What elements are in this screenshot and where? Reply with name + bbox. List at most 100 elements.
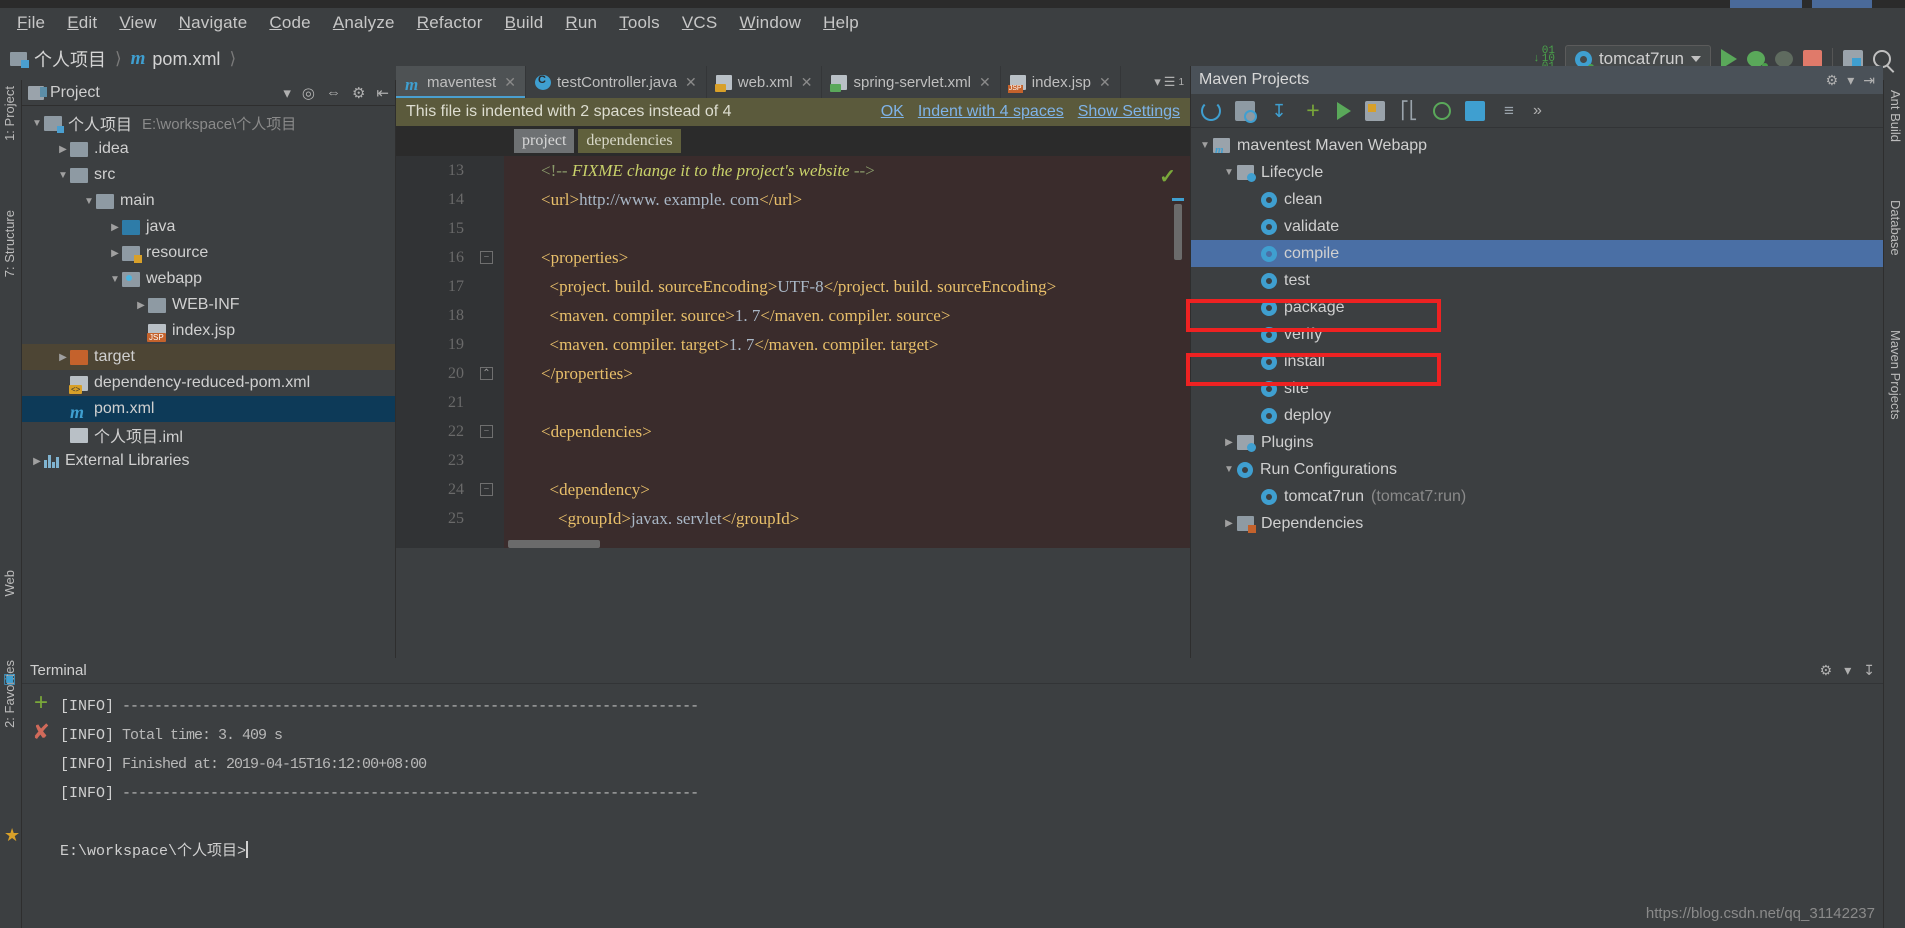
fold-collapse-icon[interactable]: −	[480, 251, 493, 264]
editor-tabs[interactable]: mmaventest✕testController.java✕web.xml✕s…	[396, 66, 1190, 98]
rail-tab-maven-projects[interactable]: Maven Projects	[1888, 330, 1903, 420]
project-tree[interactable]: ▼ 个人项目 E:\workspace\个人项目 ▶ .idea ▼ src ▼ main ▶ ja…	[22, 106, 395, 474]
code-line[interactable]: 19 <maven. compiler. target>1. 7</maven.…	[396, 330, 1190, 359]
maven-item-maventestmavenwebapp[interactable]: ▼ maventest Maven Webapp	[1191, 132, 1883, 159]
toggle-offline-icon[interactable]	[1433, 101, 1451, 120]
maven-item-test[interactable]: test	[1191, 267, 1883, 294]
collapse-all-icon[interactable]: ≡	[1499, 101, 1519, 121]
hide-icon[interactable]: ↧	[1863, 662, 1875, 679]
maven-item-lifecycle[interactable]: ▼ Lifecycle	[1191, 159, 1883, 186]
tree-item-webinf[interactable]: ▶ WEB-INF	[22, 292, 395, 318]
tree-item-externallibraries[interactable]: ▶ External Libraries	[22, 448, 395, 474]
notification-settings-link[interactable]: Show Settings	[1078, 103, 1180, 121]
code-line[interactable]: 20 ⌃ </properties>	[396, 359, 1190, 388]
tree-item-src[interactable]: ▼ src	[22, 162, 395, 188]
editor-tab-testcontrollerjava[interactable]: testController.java ✕	[526, 66, 707, 98]
breadcrumb-item-pom[interactable]: m pom.xml ⟩	[131, 48, 245, 70]
menu-item-refactor[interactable]: Refactor	[406, 11, 494, 35]
breadcrumb-item-project[interactable]: 个人项目 ⟩	[10, 46, 131, 72]
code-line[interactable]: 13 <!-- FIXME change it to the project's…	[396, 156, 1190, 185]
maven-item-validate[interactable]: validate	[1191, 213, 1883, 240]
rail-tab-project[interactable]: 1: Project	[2, 86, 17, 141]
more-options-icon[interactable]: »	[1533, 101, 1553, 121]
maven-item-verify[interactable]: verify	[1191, 321, 1883, 348]
menu-item-help[interactable]: Help	[812, 11, 870, 35]
chevron-down-icon[interactable]: ▾	[1154, 74, 1161, 90]
menu-item-view[interactable]: View	[108, 11, 167, 35]
tree-item-java[interactable]: ▶ java	[22, 214, 395, 240]
close-session-icon[interactable]: ✘	[32, 722, 50, 743]
tree-item-pomxml[interactable]: m pom.xml	[22, 396, 395, 422]
tab-list-icon[interactable]: ☰	[1164, 74, 1176, 90]
maven-item-runconfigurations[interactable]: ▼ Run Configurations	[1191, 456, 1883, 483]
menu-item-vcs[interactable]: VCS	[671, 11, 729, 35]
maven-item-dependencies[interactable]: ▶ Dependencies	[1191, 510, 1883, 537]
chevron-down-icon[interactable]: ▾	[1847, 72, 1854, 89]
menu-item-analyze[interactable]: Analyze	[322, 11, 406, 35]
code-line[interactable]: 17 <project. build. sourceEncoding>UTF-8…	[396, 272, 1190, 301]
maven-item-package[interactable]: package	[1191, 294, 1883, 321]
locate-icon[interactable]: ◎	[302, 84, 315, 102]
gear-icon[interactable]: ⚙	[1826, 72, 1839, 89]
gear-icon[interactable]: ⚙	[352, 84, 365, 102]
rail-tab-web[interactable]: Web	[2, 570, 17, 597]
notification-indent-link[interactable]: Indent with 4 spaces	[918, 103, 1064, 121]
terminal-output[interactable]: [INFO] ---------------------------------…	[60, 684, 1883, 928]
code-line[interactable]: 21	[396, 388, 1190, 417]
chevron-down-icon[interactable]: ▾	[1844, 662, 1851, 679]
menu-item-window[interactable]: Window	[728, 11, 812, 35]
code-line[interactable]: 15	[396, 214, 1190, 243]
menu-item-code[interactable]: Code	[258, 11, 321, 35]
code-line[interactable]: 24 − <dependency>	[396, 475, 1190, 504]
rail-tab-ant-build[interactable]: Ant Build	[1888, 90, 1903, 142]
maven-item-plugins[interactable]: ▶ Plugins	[1191, 429, 1883, 456]
new-session-icon[interactable]: +	[34, 691, 48, 715]
breadcrumb-chip-project[interactable]: project	[514, 129, 575, 153]
menu-item-tools[interactable]: Tools	[608, 11, 671, 35]
editor-tab-webxml[interactable]: web.xml ✕	[707, 66, 823, 98]
code-line[interactable]: 16 − <properties>	[396, 243, 1190, 272]
fold-expand-icon[interactable]: ⌃	[480, 367, 493, 380]
maven-item-deploy[interactable]: deploy	[1191, 402, 1883, 429]
close-icon[interactable]: ✕	[1099, 74, 1111, 91]
code-line[interactable]: 25 <groupId>javax. servlet</groupId>	[396, 504, 1190, 533]
code-line[interactable]: 22 − <dependencies>	[396, 417, 1190, 446]
code-line[interactable]: 14 <url>http://www. example. com</url>	[396, 185, 1190, 214]
gear-icon[interactable]: ⚙	[1820, 662, 1833, 679]
maven-item-clean[interactable]: clean	[1191, 186, 1883, 213]
maven-item-tomcat7run[interactable]: tomcat7run (tomcat7:run)	[1191, 483, 1883, 510]
editor-tab-springservletxml[interactable]: spring-servlet.xml ✕	[822, 66, 1001, 98]
download-sources-icon[interactable]: ↧	[1269, 101, 1289, 121]
generate-sources-icon[interactable]	[1235, 100, 1257, 123]
maven-item-site[interactable]: site	[1191, 375, 1883, 402]
maven-item-compile[interactable]: compile	[1191, 240, 1883, 267]
code-line[interactable]: 18 <maven. compiler. source>1. 7</maven.…	[396, 301, 1190, 330]
tree-item-webapp[interactable]: ▼ webapp	[22, 266, 395, 292]
tree-item-target[interactable]: ▶ target	[22, 344, 395, 370]
menu-item-run[interactable]: Run	[554, 11, 608, 35]
breadcrumb-chip-dependencies[interactable]: dependencies	[578, 129, 681, 153]
close-icon[interactable]: ✕	[979, 74, 991, 91]
fold-collapse-icon[interactable]: −	[480, 483, 493, 496]
add-maven-project-icon[interactable]: +	[1303, 98, 1323, 121]
tree-item-dependencyreducedpomxml[interactable]: <> dependency-reduced-pom.xml	[22, 370, 395, 396]
debug-icon[interactable]	[1747, 51, 1768, 69]
tree-item-idea[interactable]: ▶ .idea	[22, 136, 395, 162]
menu-item-navigate[interactable]: Navigate	[168, 11, 259, 35]
tree-item-indexjsp[interactable]: JSP index.jsp	[22, 318, 395, 344]
maven-item-install[interactable]: install	[1191, 348, 1883, 375]
run-icon[interactable]	[1337, 101, 1351, 120]
tree-item-iml[interactable]: 个人项目.iml	[22, 422, 395, 448]
editor-tab-maventest[interactable]: m maventest ✕	[396, 66, 526, 98]
maven-tree[interactable]: ▼ maventest Maven Webapp ▼ Lifecycle clean va…	[1191, 128, 1883, 537]
code-editor[interactable]: 13 <!-- FIXME change it to the project's…	[396, 156, 1190, 548]
code-lines[interactable]: 13 <!-- FIXME change it to the project's…	[396, 156, 1190, 533]
close-icon[interactable]: ✕	[801, 74, 813, 91]
rail-tab-structure[interactable]: 7: Structure	[2, 210, 17, 277]
menu-item-build[interactable]: Build	[494, 11, 555, 35]
close-icon[interactable]: ✕	[504, 74, 516, 91]
tree-item-resource[interactable]: ▶ resource	[22, 240, 395, 266]
tree-item-main[interactable]: ▼ main	[22, 188, 395, 214]
show-dependencies-icon[interactable]: ⎡⎣	[1399, 101, 1419, 121]
menu-item-file[interactable]: File	[6, 11, 56, 35]
